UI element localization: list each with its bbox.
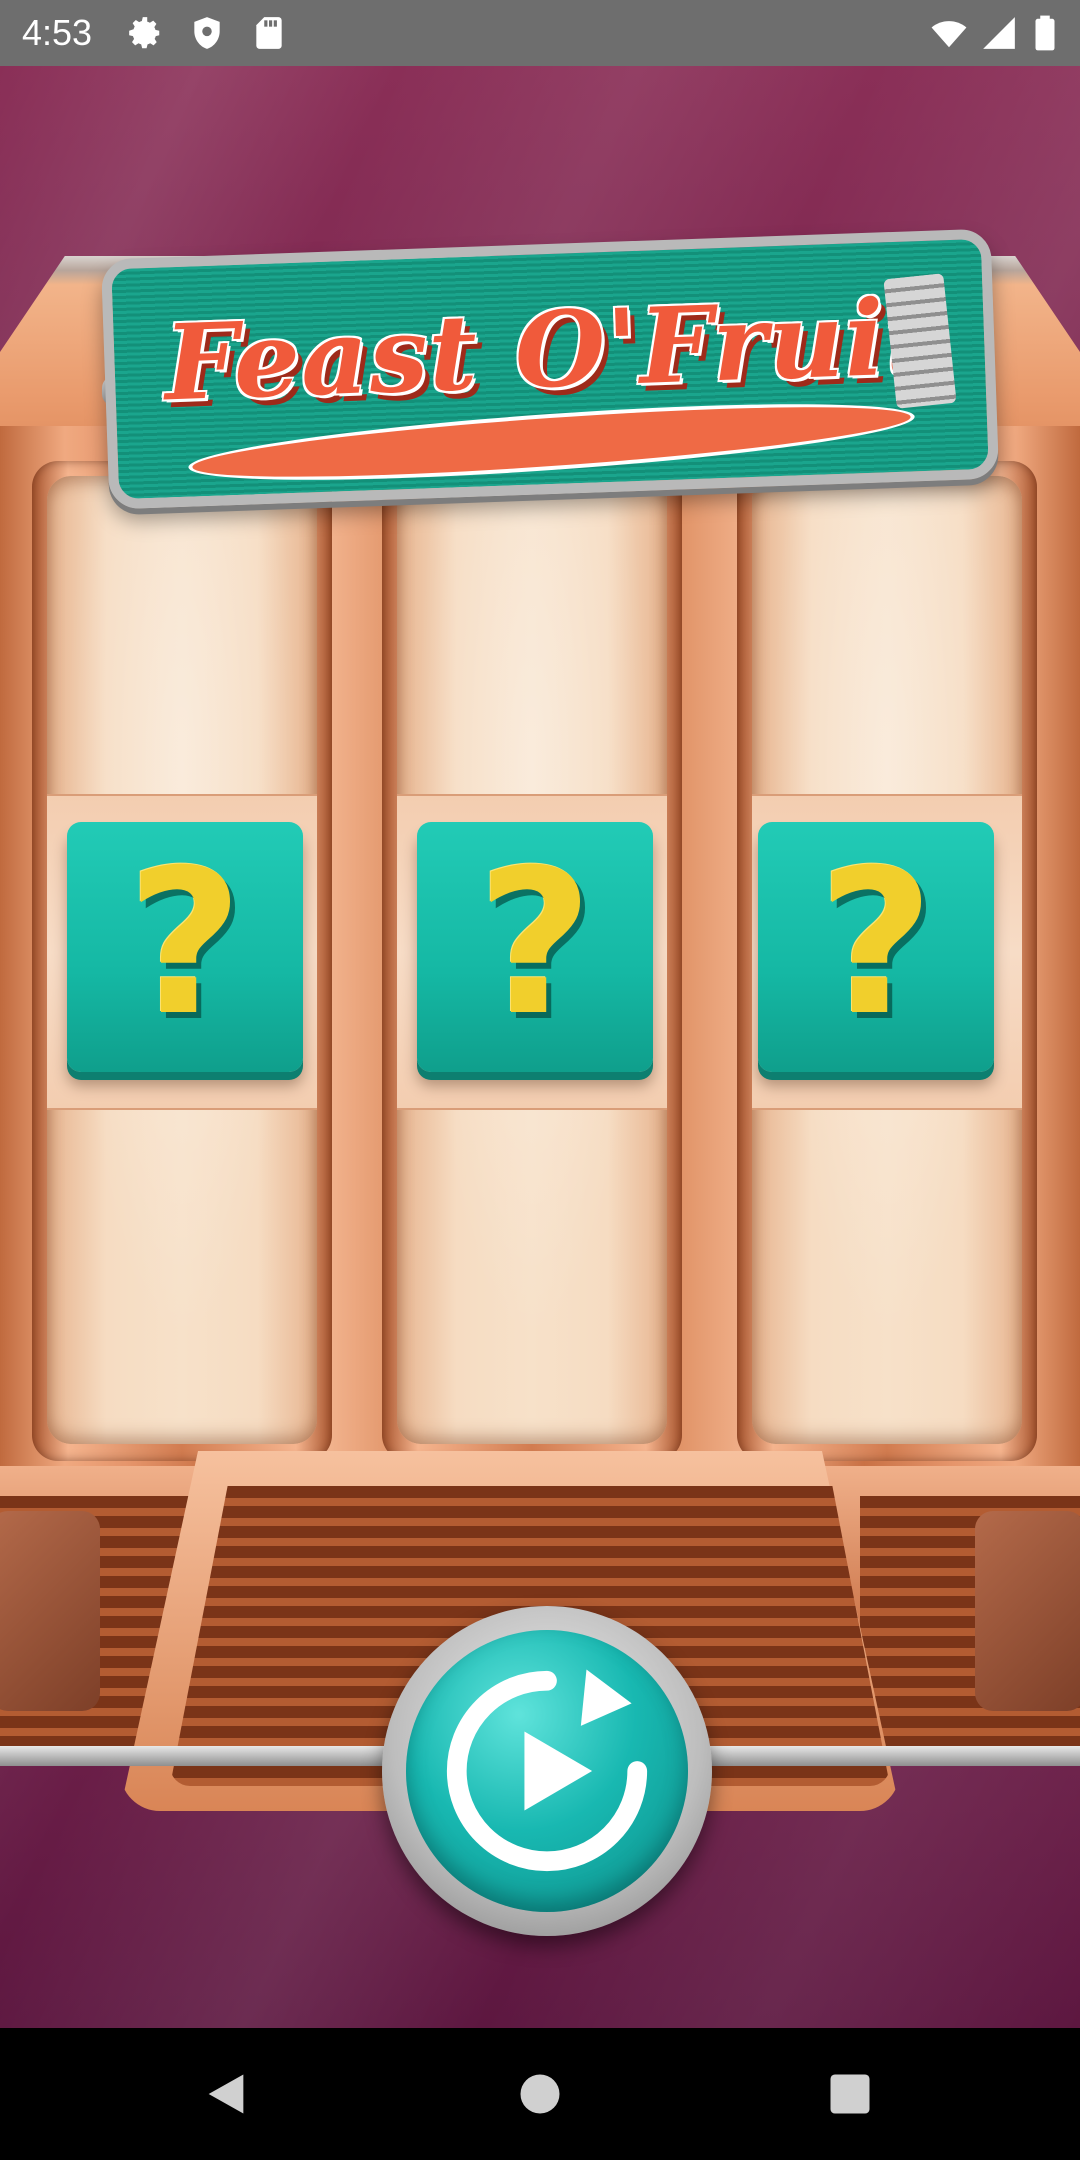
game-screen: ? ? ? Feast O'Fruit [0, 66, 1080, 2028]
navigation-bar [0, 2028, 1080, 2160]
title-sign: Feast O'Fruit [100, 228, 1000, 510]
spin-button-face[interactable] [406, 1630, 688, 1912]
side-pad-right [975, 1511, 1080, 1711]
back-icon[interactable] [200, 2068, 252, 2120]
gear-icon [129, 17, 160, 49]
mystery-symbol-tile: ? [758, 822, 994, 1072]
recents-icon[interactable] [824, 2068, 876, 2120]
question-mark-icon: ? [817, 827, 934, 1060]
mystery-symbol-tile: ? [67, 822, 303, 1072]
wifi-icon [931, 21, 967, 48]
question-mark-icon: ? [126, 827, 243, 1060]
home-icon[interactable] [514, 2068, 566, 2120]
reel-3: ? [752, 476, 1022, 1444]
side-pad-left [0, 1511, 100, 1711]
status-bar: 4:53 [0, 0, 1080, 66]
battery-icon [1035, 15, 1055, 51]
reel-1: ? [47, 476, 317, 1444]
game-title: Feast O'Fruit [162, 274, 937, 425]
spin-button[interactable] [382, 1606, 712, 1936]
status-time: 4:53 [22, 12, 93, 53]
mystery-symbol-tile: ? [417, 822, 653, 1072]
question-mark-icon: ? [476, 827, 593, 1060]
signal-icon [983, 17, 1015, 49]
replay-play-icon [446, 1669, 648, 1872]
reel-2: ? [397, 476, 667, 1444]
shield-icon [194, 17, 220, 49]
sd-card-icon [256, 17, 282, 49]
